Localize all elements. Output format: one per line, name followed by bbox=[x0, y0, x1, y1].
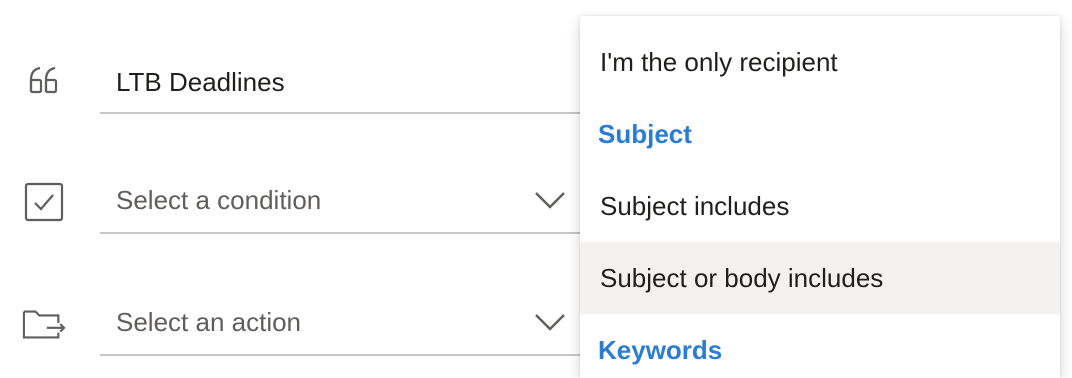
rule-name-input[interactable]: LTB Deadlines bbox=[100, 52, 580, 114]
condition-dropdown[interactable]: Select a condition bbox=[100, 170, 580, 234]
condition-placeholder: Select a condition bbox=[116, 185, 322, 215]
menu-item-subject-or-body-includes[interactable]: Subject or body includes bbox=[580, 242, 1060, 314]
menu-group-header-keywords: Keywords bbox=[580, 314, 1060, 378]
quote-icon bbox=[22, 58, 66, 102]
menu-item-label: Subject or body includes bbox=[600, 262, 884, 293]
menu-item-only-recipient[interactable]: I'm the only recipient bbox=[580, 26, 1060, 98]
menu-item-label: I'm the only recipient bbox=[600, 46, 838, 77]
condition-dropdown-menu: I'm the only recipient Subject Subject i… bbox=[580, 16, 1060, 378]
chevron-down-icon bbox=[534, 312, 566, 337]
menu-item-subject-includes[interactable]: Subject includes bbox=[580, 170, 1060, 242]
menu-item-label: Subject includes bbox=[600, 190, 790, 221]
move-to-folder-icon bbox=[22, 302, 66, 346]
chevron-down-icon bbox=[534, 190, 566, 215]
menu-group-header-subject: Subject bbox=[580, 100, 1060, 168]
action-placeholder: Select an action bbox=[116, 307, 302, 337]
menu-group-label: Subject bbox=[598, 118, 692, 149]
rule-name-value: LTB Deadlines bbox=[116, 67, 285, 97]
action-dropdown[interactable]: Select an action bbox=[100, 292, 580, 356]
checkbox-icon bbox=[22, 180, 66, 224]
menu-group-label: Keywords bbox=[598, 334, 723, 365]
